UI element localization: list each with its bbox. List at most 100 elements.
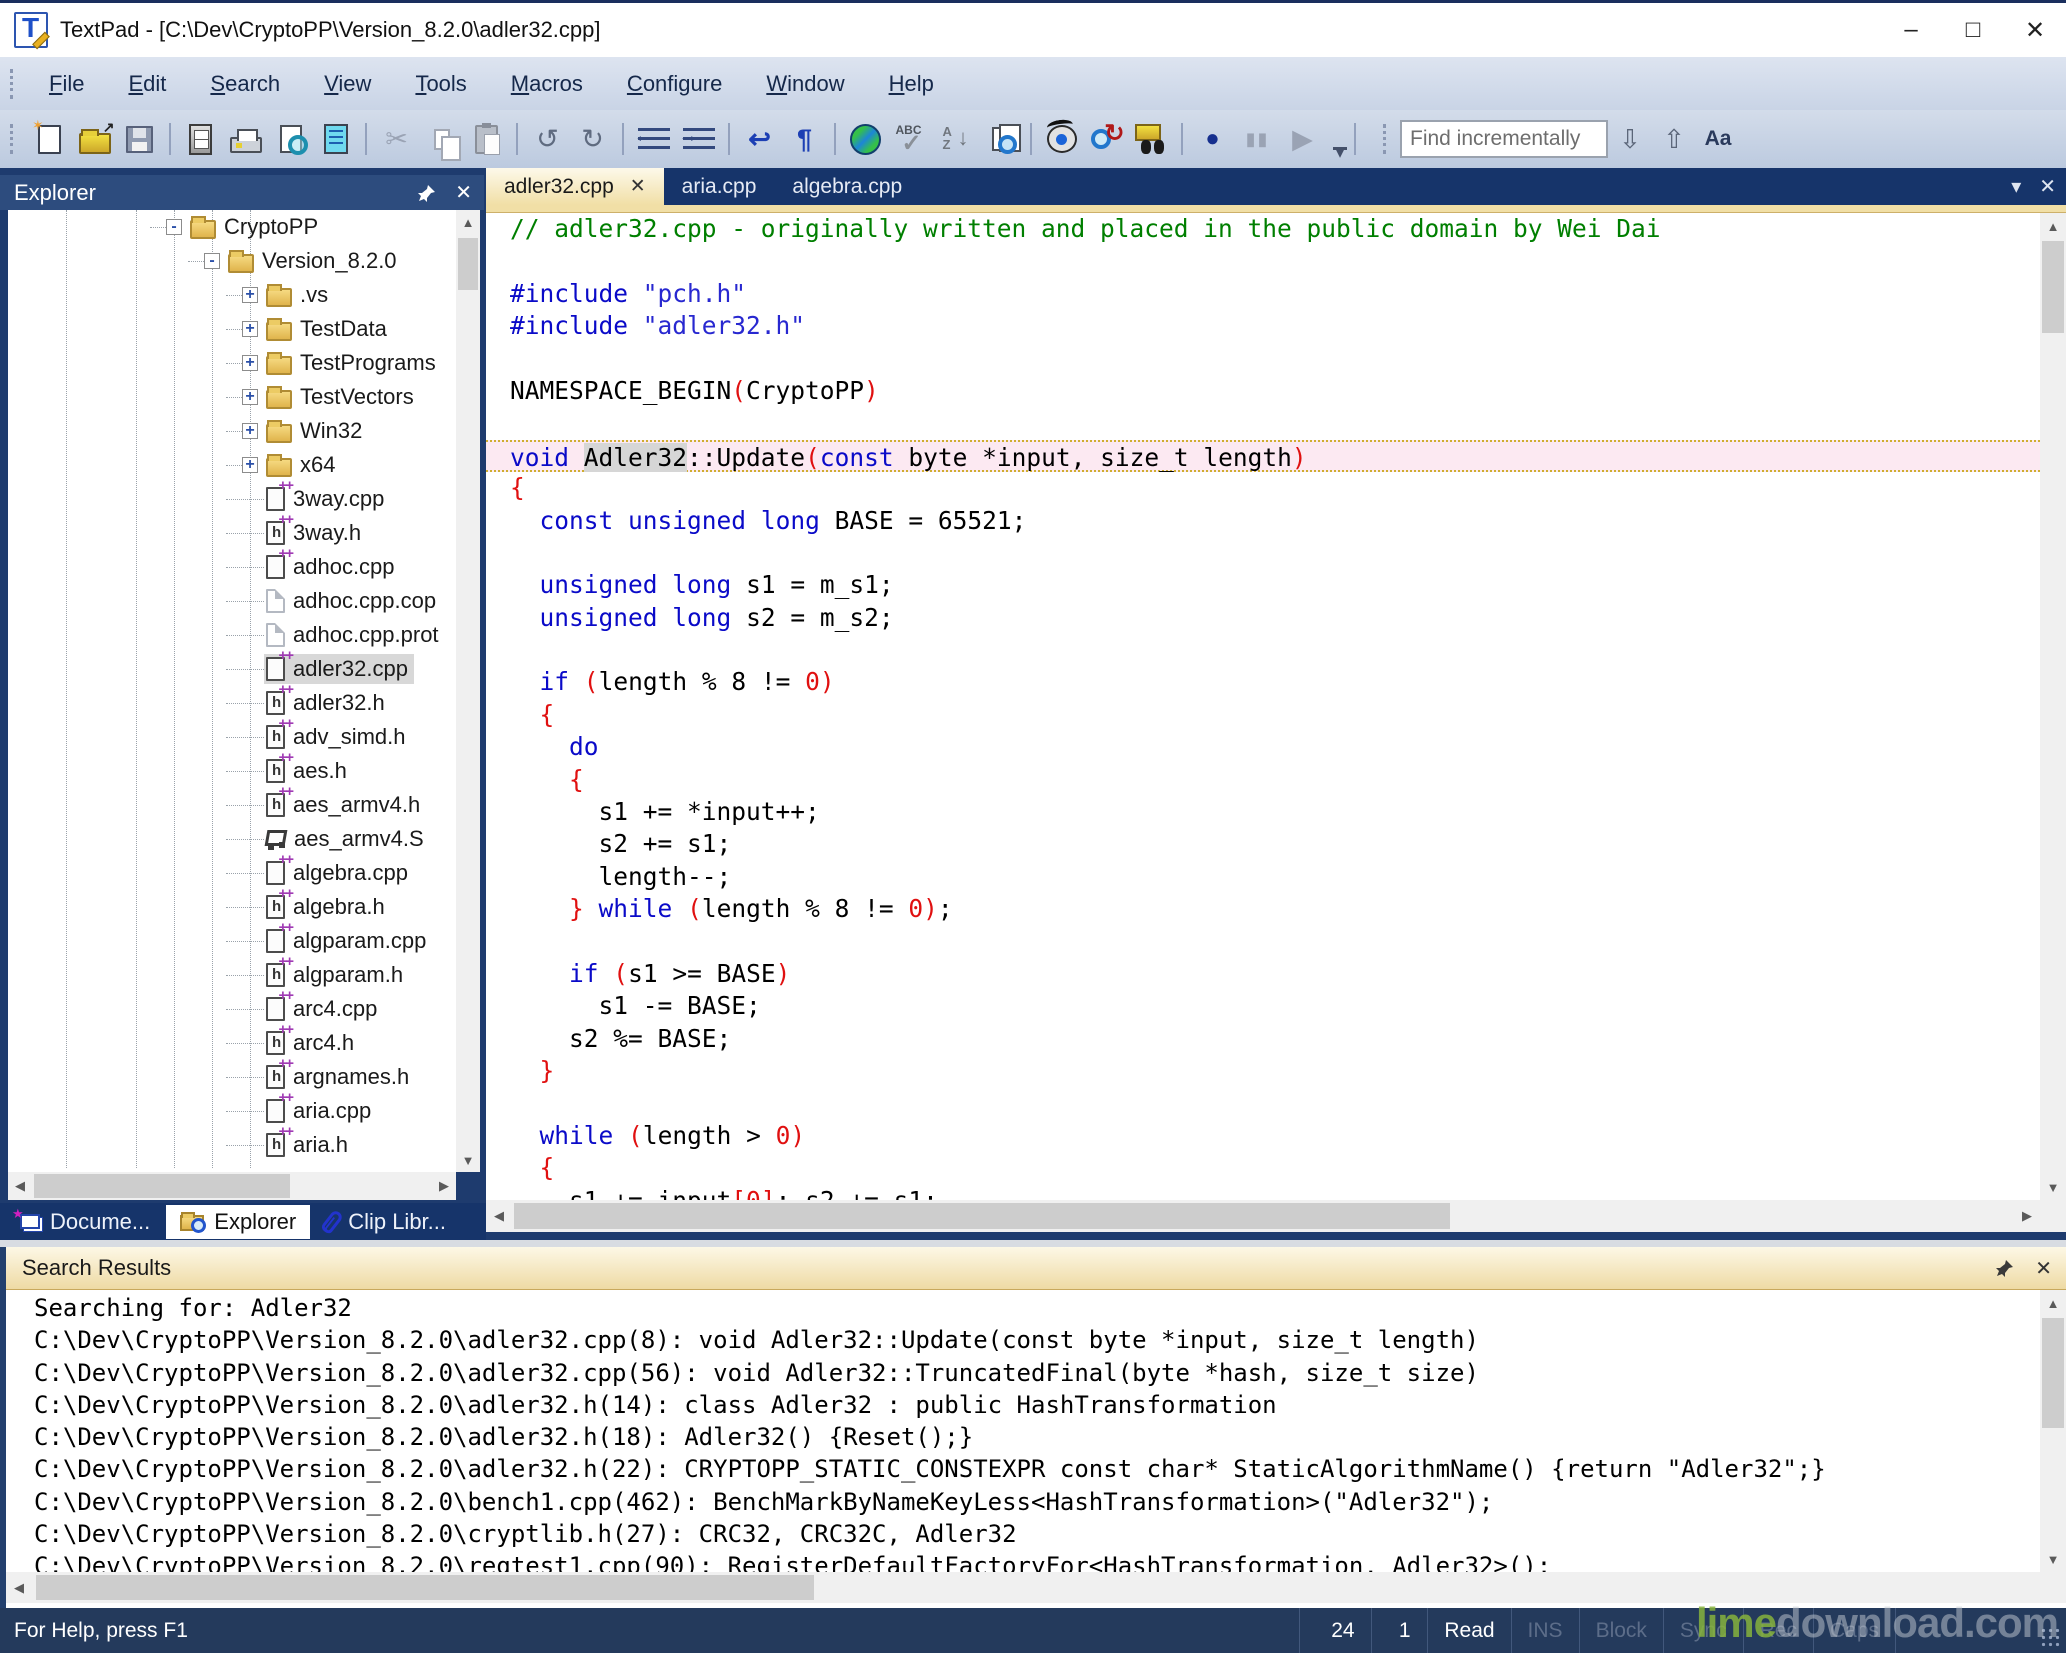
tabbar-close-icon[interactable]: ✕ <box>2039 174 2056 199</box>
word-wrap-button[interactable]: ↩ <box>737 116 782 162</box>
tree-item-Win32[interactable]: + Win32 <box>8 414 456 448</box>
menu-help[interactable]: Help <box>867 71 956 97</box>
save-button[interactable] <box>117 116 162 162</box>
incremental-find-input[interactable] <box>1400 120 1608 158</box>
scroll-down-icon[interactable]: ▼ <box>2040 1174 2066 1200</box>
explorer-tree[interactable]: - CryptoPP - Version_8.2.0 + .vs + TestData + Tes… <box>8 210 456 1172</box>
spell-check-button[interactable] <box>888 116 933 162</box>
panel-tab-cliplibr[interactable]: Clip Libr... <box>312 1205 460 1239</box>
tree-item-aria.cpp[interactable]: aria.cpp <box>8 1089 456 1128</box>
pin-icon[interactable] <box>1995 1258 2015 1278</box>
menu-file[interactable]: File <box>27 71 106 97</box>
tab-close-icon[interactable]: ✕ <box>630 175 646 198</box>
findbar-grip[interactable] <box>1383 124 1388 154</box>
tab-list-chevron-icon[interactable]: ▾ <box>2011 174 2021 199</box>
search-result-line[interactable]: C:\Dev\CryptoPP\Version_8.2.0\adler32.cp… <box>6 1324 2040 1356</box>
search-result-line[interactable]: C:\Dev\CryptoPP\Version_8.2.0\adler32.cp… <box>6 1357 2040 1389</box>
scroll-up-icon[interactable]: ▲ <box>456 210 480 234</box>
scrollbar-thumb[interactable] <box>34 1174 290 1198</box>
explorer-close-icon[interactable]: ✕ <box>455 180 472 205</box>
status-toggle-ins[interactable]: INS <box>1510 1608 1579 1653</box>
record-macro-button[interactable]: ● <box>1190 116 1235 162</box>
play-macro-button[interactable]: ▶ <box>1280 116 1325 162</box>
tree-item-algparam.cpp[interactable]: algparam.cpp <box>8 919 456 958</box>
tab-adler32.cpp[interactable]: adler32.cpp ✕ <box>486 168 664 205</box>
tree-item-3way.cpp[interactable]: 3way.cpp <box>8 477 456 516</box>
tree-item-argnames.h[interactable]: argnames.h <box>8 1055 456 1094</box>
toolbar-grip[interactable] <box>10 124 15 154</box>
paste-button[interactable] <box>464 116 509 162</box>
explorer-vertical-scrollbar[interactable]: ▲ ▼ <box>456 210 480 1172</box>
match-case-button[interactable]: Aa <box>1696 119 1740 159</box>
tree-item-arc4.h[interactable]: arc4.h <box>8 1021 456 1060</box>
tree-item-3way.h[interactable]: 3way.h <box>8 511 456 550</box>
scroll-up-icon[interactable]: ▲ <box>2040 213 2066 239</box>
expand-icon[interactable]: + <box>242 389 258 405</box>
scrollbar-thumb[interactable] <box>36 1575 814 1600</box>
tree-item-aes.h[interactable]: aes.h <box>8 749 456 788</box>
menu-tools[interactable]: Tools <box>393 71 488 97</box>
print-preview-button[interactable] <box>268 116 313 162</box>
indent-button[interactable] <box>676 116 721 162</box>
menu-configure[interactable]: Configure <box>605 71 744 97</box>
tree-item-arc4.cpp[interactable]: arc4.cpp <box>8 987 456 1026</box>
toolbar-overflow-chevron[interactable]: ▾ <box>1333 116 1347 162</box>
scroll-down-icon[interactable]: ▼ <box>456 1148 480 1172</box>
search-result-line[interactable]: C:\Dev\CryptoPP\Version_8.2.0\bench1.cpp… <box>6 1486 2040 1518</box>
tree-item-algebra.h[interactable]: algebra.h <box>8 885 456 924</box>
tree-item-aes_armv4.S[interactable]: aes_armv4.S <box>8 822 456 856</box>
panel-tab-explorer[interactable]: Explorer <box>166 1204 311 1239</box>
code-editor[interactable]: // adler32.cpp - originally written and … <box>486 213 2040 1200</box>
search-result-line[interactable]: C:\Dev\CryptoPP\Version_8.2.0\regtest1.c… <box>6 1550 2040 1572</box>
panel-tab-docume[interactable]: Docume... <box>6 1205 164 1239</box>
search-vertical-scrollbar[interactable]: ▲ ▼ <box>2040 1290 2066 1572</box>
collapse-icon[interactable]: - <box>166 219 182 235</box>
scroll-right-icon[interactable]: ▶ <box>2014 1200 2040 1232</box>
menu-macros[interactable]: Macros <box>489 71 605 97</box>
redo-button[interactable]: ↻ <box>570 116 615 162</box>
unindent-button[interactable] <box>631 116 676 162</box>
scroll-left-icon[interactable]: ◀ <box>486 1200 512 1232</box>
tree-item-CryptoPP[interactable]: - CryptoPP <box>8 210 456 244</box>
tree-item-adhoc.cpp.prot[interactable]: adhoc.cpp.prot <box>8 618 456 652</box>
scrollbar-thumb[interactable] <box>458 238 478 290</box>
copy-button[interactable] <box>419 116 464 162</box>
find-next-down-button[interactable]: ⇩ <box>1608 119 1652 159</box>
replace-button[interactable] <box>1084 116 1129 162</box>
scroll-down-icon[interactable]: ▼ <box>2040 1546 2066 1572</box>
tree-item-x64[interactable]: + x64 <box>8 448 456 482</box>
tree-item-adler32.cpp[interactable]: adler32.cpp <box>8 647 456 686</box>
print-button[interactable] <box>223 116 268 162</box>
explorer-horizontal-scrollbar[interactable]: ◀ ▶ <box>8 1172 456 1200</box>
browser-view-button[interactable] <box>1039 116 1084 162</box>
scrollbar-thumb[interactable] <box>514 1203 1450 1229</box>
expand-icon[interactable]: + <box>242 287 258 303</box>
menubar-grip[interactable] <box>10 68 15 99</box>
tree-item-TestData[interactable]: + TestData <box>8 312 456 346</box>
scroll-right-icon[interactable]: ▶ <box>432 1172 456 1200</box>
scroll-up-icon[interactable]: ▲ <box>2040 1290 2066 1316</box>
expand-icon[interactable]: + <box>242 457 258 473</box>
expand-icon[interactable]: + <box>242 423 258 439</box>
tree-item-adhoc.cpp[interactable]: adhoc.cpp <box>8 545 456 584</box>
tab-algebra.cpp[interactable]: algebra.cpp <box>774 168 920 205</box>
scroll-left-icon[interactable]: ◀ <box>6 1572 32 1603</box>
tree-item-adhoc.cpp.cop[interactable]: adhoc.cpp.cop <box>8 584 456 618</box>
scroll-left-icon[interactable]: ◀ <box>8 1172 32 1200</box>
tree-item-adv_simd.h[interactable]: adv_simd.h <box>8 715 456 754</box>
search-result-line[interactable]: C:\Dev\CryptoPP\Version_8.2.0\cryptlib.h… <box>6 1518 2040 1550</box>
sort-button[interactable] <box>933 116 978 162</box>
tree-item-adler32.h[interactable]: adler32.h <box>8 681 456 720</box>
undo-button[interactable]: ↺ <box>525 116 570 162</box>
status-toggle-block[interactable]: Block <box>1578 1608 1663 1653</box>
menu-view[interactable]: View <box>302 71 393 97</box>
close-button[interactable]: ✕ <box>2004 3 2066 57</box>
file-cabinet-button[interactable] <box>178 116 223 162</box>
cut-button[interactable]: ✂ <box>374 116 419 162</box>
expand-icon[interactable]: + <box>242 355 258 371</box>
tree-item-TestVectors[interactable]: + TestVectors <box>8 380 456 414</box>
menu-window[interactable]: Window <box>744 71 866 97</box>
editor-horizontal-scrollbar[interactable]: ◀ ▶ <box>486 1200 2040 1232</box>
editor-vertical-scrollbar[interactable]: ▲ ▼ <box>2040 213 2066 1200</box>
compare-documents-button[interactable] <box>978 116 1023 162</box>
